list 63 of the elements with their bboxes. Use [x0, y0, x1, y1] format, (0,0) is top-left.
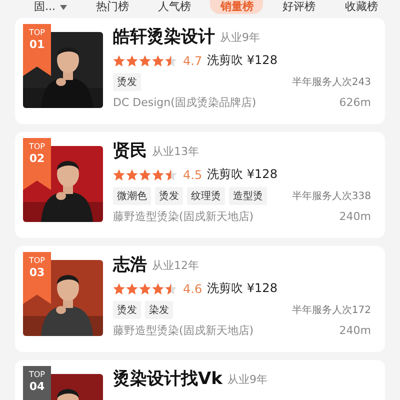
top-label: TOP [28, 28, 45, 38]
stylist-card[interactable]: TOP 04 烫染设计找Vk 从业9年 [15, 360, 385, 400]
service-tag: 纹理烫 [187, 187, 225, 205]
shop-name[interactable]: 藤野造型烫染(固戍新天地店) [113, 323, 254, 338]
stylist-name: 志浩 [113, 254, 147, 276]
stylist-name: 皓轩烫染设计 [113, 26, 215, 48]
rank-number: 04 [29, 380, 45, 394]
experience-years: 从业9年 [220, 30, 260, 44]
star-icon [139, 282, 151, 294]
rating-score: 4.7 [183, 54, 202, 68]
star-icon [113, 54, 125, 66]
service-tag: 微潮色 [113, 187, 151, 205]
service-tag: 烫发 [113, 73, 141, 91]
service-tag: 染发 [145, 301, 173, 319]
price-label: 洗剪吹 ¥128 [207, 166, 278, 183]
experience-years: 从业12年 [152, 258, 199, 272]
service-tag: 造型烫 [229, 187, 267, 205]
shop-name[interactable]: DC Design(固戍烫染品牌店) [113, 95, 256, 110]
distance-label: 240m [339, 324, 371, 337]
price-label: 洗剪吹 ¥128 [207, 280, 278, 297]
service-count: 半年服务人次338 [292, 190, 371, 203]
rank-number: 02 [29, 152, 45, 166]
star-icon [126, 54, 138, 66]
star-icon [139, 54, 151, 66]
top-label: TOP [28, 142, 45, 152]
stylist-card[interactable]: TOP 01 皓轩烫染设计 从业9年 4.7 洗剪吹 ¥128 烫发 半年服务人次243 DC Design(固戍烫染品牌店) 626m [15, 18, 385, 124]
tab[interactable]: 人气榜 [148, 0, 202, 14]
experience-years: 从业13年 [152, 144, 199, 158]
star-icon [113, 282, 125, 294]
tab[interactable]: 收藏榜 [334, 0, 388, 14]
star-icon [152, 168, 164, 180]
experience-years: 从业9年 [227, 372, 268, 386]
star-icon [152, 282, 164, 294]
price-label: 洗剪吹 ¥128 [207, 52, 278, 69]
caret-icon [60, 4, 66, 10]
service-tag: 烫发 [155, 187, 183, 205]
distance-label: 626m [339, 96, 371, 109]
star-icon [113, 168, 125, 180]
star-icon [139, 168, 151, 180]
star-icon [126, 168, 138, 180]
star-icon [126, 282, 138, 294]
rating-score: 4.5 [183, 168, 202, 182]
shop-name[interactable]: 藤野造型烫染(固戍新天地店) [113, 209, 254, 224]
tab[interactable]: 固... [24, 0, 76, 14]
star-icon [152, 54, 164, 66]
top-label: TOP [28, 370, 45, 380]
service-count: 半年服务人次243 [292, 76, 371, 89]
star-icon [165, 54, 177, 66]
service-count: 半年服务人次172 [292, 304, 371, 317]
star-icon [165, 168, 177, 180]
distance-label: 240m [339, 210, 371, 223]
rating-score: 4.6 [183, 282, 202, 296]
star-icon [165, 282, 177, 294]
tab[interactable]: 热门榜 [86, 0, 139, 14]
tab[interactable]: 好评榜 [272, 0, 326, 14]
stylist-name: 烫染设计找Vk [113, 368, 222, 390]
rank-number: 03 [29, 266, 45, 280]
stylist-name: 贤民 [113, 140, 147, 162]
stylist-card[interactable]: TOP 03 志浩 从业12年 4.6 洗剪吹 ¥128 烫发 染发 半年服务人次172 藤野造型烫染(固戍新天地店) 240m [15, 246, 385, 352]
service-tag: 烫发 [113, 301, 141, 319]
rank-number: 01 [29, 38, 45, 52]
top-label: TOP [28, 256, 45, 266]
stylist-card[interactable]: TOP 02 贤民 从业13年 4.5 洗剪吹 ¥128 微潮色 烫发 纹理烫 造型烫 半年服务人次338 藤野造型烫染(固戍新天地店) 240m [15, 132, 385, 238]
